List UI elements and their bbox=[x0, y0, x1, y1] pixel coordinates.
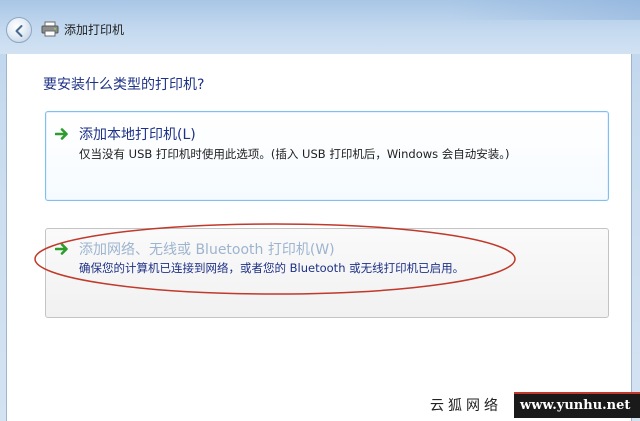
back-button[interactable] bbox=[6, 17, 32, 43]
watermark-url: www.yunhu.net bbox=[520, 398, 631, 413]
add-local-printer-option[interactable]: 添加本地打印机(L) 仅当没有 USB 打印机时使用此选项。(插入 USB 打印… bbox=[45, 111, 609, 201]
add-local-printer-label: 添加本地打印机(L) bbox=[79, 127, 196, 143]
add-local-printer-description: 仅当没有 USB 打印机时使用此选项。(插入 USB 打印机后，Windows … bbox=[79, 147, 510, 161]
watermark: 云狐网络 www.yunhu.net bbox=[430, 389, 640, 421]
title-bar-glow bbox=[450, 0, 640, 20]
highlight-ellipse bbox=[34, 223, 516, 295]
watermark-url-box: www.yunhu.net bbox=[514, 392, 640, 418]
watermark-text: 云狐网络 bbox=[430, 398, 502, 414]
back-arrow-icon bbox=[15, 25, 23, 37]
printer-icon bbox=[41, 21, 59, 37]
add-printer-window: 添加打印机 要安装什么类型的打印机? 添加本地打印机(L) 仅当没有 USB 打… bbox=[0, 0, 640, 421]
page-heading: 要安装什么类型的打印机? bbox=[43, 77, 205, 93]
window-title: 添加打印机 bbox=[64, 23, 125, 37]
green-arrow-icon bbox=[55, 128, 68, 140]
title-bar: 添加打印机 bbox=[0, 0, 640, 54]
wizard-content: 要安装什么类型的打印机? 添加本地打印机(L) 仅当没有 USB 打印机时使用此… bbox=[6, 54, 632, 421]
